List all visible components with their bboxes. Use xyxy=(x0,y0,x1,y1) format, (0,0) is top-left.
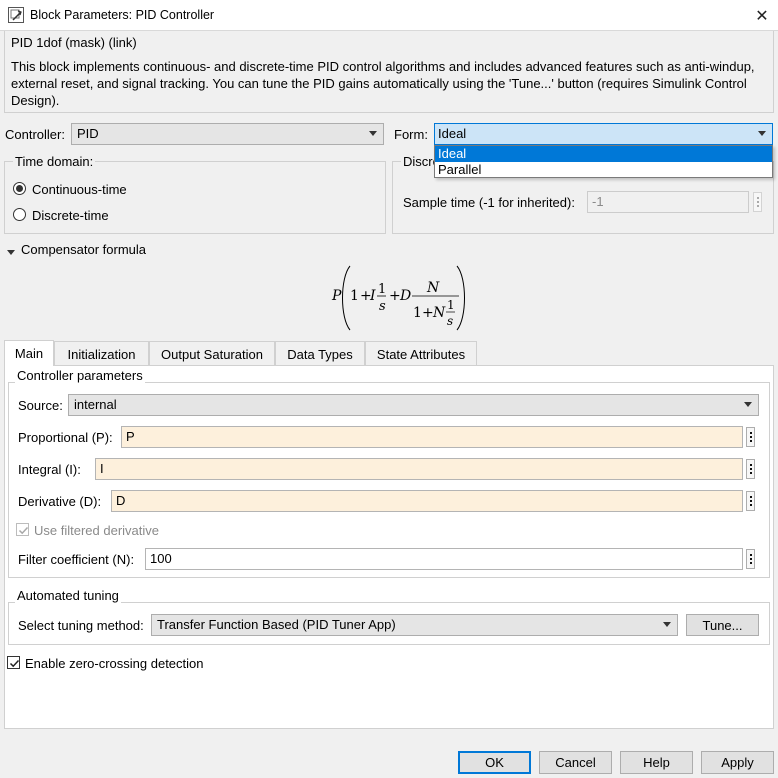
block-description: This block implements continuous- and di… xyxy=(11,59,755,108)
tab-initialization[interactable]: Initialization xyxy=(54,341,149,365)
source-label: Source: xyxy=(18,398,63,413)
mask-title: PID 1dof (mask) (link) xyxy=(11,35,137,50)
cancel-button[interactable]: Cancel xyxy=(539,751,612,774)
integral-field[interactable]: I xyxy=(95,458,743,480)
form-select[interactable]: Ideal xyxy=(434,123,773,145)
form-option-parallel[interactable]: Parallel xyxy=(435,162,772,178)
filtered-derivative-label: Use filtered derivative xyxy=(34,523,159,538)
controller-select-value: PID xyxy=(77,126,99,141)
time-domain-group xyxy=(4,161,386,234)
proportional-label: Proportional (P): xyxy=(18,430,113,445)
tune-button[interactable]: Tune... xyxy=(686,614,759,636)
source-select[interactable]: internal xyxy=(68,394,759,416)
zero-crossing-checkbox[interactable] xyxy=(7,656,20,669)
formula-p: P xyxy=(331,288,342,304)
filter-coefficient-more-options[interactable] xyxy=(746,549,755,569)
compensator-formula: P 1 + I 1 s + D N 1 + N 1 s xyxy=(331,265,465,331)
proportional-more-options[interactable] xyxy=(746,427,755,447)
tab-output-saturation[interactable]: Output Saturation xyxy=(149,341,275,365)
formula-one: 1 xyxy=(350,288,359,304)
tab-state-attributes[interactable]: State Attributes xyxy=(365,341,477,365)
simulink-block-icon xyxy=(8,7,24,23)
controller-label: Controller: xyxy=(5,127,65,142)
sample-time-label: Sample time (-1 for inherited): xyxy=(403,195,575,210)
tab-data-types[interactable]: Data Types xyxy=(275,341,365,365)
derivative-more-options[interactable] xyxy=(746,491,755,511)
form-label: Form: xyxy=(394,127,428,142)
help-button[interactable]: Help xyxy=(620,751,693,774)
time-domain-title: Time domain: xyxy=(13,154,96,169)
formula-n: N xyxy=(432,305,446,321)
form-select-value: Ideal xyxy=(438,126,467,141)
controller-select[interactable]: PID xyxy=(71,123,384,145)
collapse-triangle-icon[interactable] xyxy=(7,246,17,256)
source-select-value: internal xyxy=(74,397,117,412)
chevron-down-icon xyxy=(758,131,766,136)
formula-i: I xyxy=(369,288,376,304)
formula-n: N xyxy=(426,280,440,296)
close-icon: ✕ xyxy=(755,7,769,25)
formula-plus: + xyxy=(389,288,401,304)
automated-tuning-title: Automated tuning xyxy=(15,588,121,603)
formula-one: 1 xyxy=(378,282,386,297)
filter-coefficient-field[interactable]: 100 xyxy=(145,548,743,570)
formula-s: s xyxy=(379,299,386,314)
continuous-time-radio[interactable] xyxy=(13,182,26,195)
filtered-derivative-checkbox[interactable] xyxy=(16,523,29,536)
compensator-formula-label[interactable]: Compensator formula xyxy=(21,242,146,257)
tuning-method-value: Transfer Function Based (PID Tuner App) xyxy=(157,617,396,632)
proportional-field[interactable]: P xyxy=(121,426,743,448)
form-option-ideal[interactable]: Ideal xyxy=(435,146,772,162)
continuous-time-label: Continuous-time xyxy=(32,182,127,197)
formula-one: 1 xyxy=(413,305,422,321)
ok-button[interactable]: OK xyxy=(458,751,531,774)
filter-coefficient-label: Filter coefficient (N): xyxy=(18,552,135,567)
checkmark-icon xyxy=(9,659,20,668)
close-button[interactable]: ✕ xyxy=(746,0,778,31)
zero-crossing-label: Enable zero-crossing detection xyxy=(25,656,204,671)
chevron-down-icon xyxy=(744,402,752,407)
formula-s: s xyxy=(447,314,453,328)
discrete-time-radio[interactable] xyxy=(13,208,26,221)
chevron-down-icon xyxy=(663,622,671,627)
formula-plus: + xyxy=(422,305,434,321)
sample-time-field[interactable]: -1 xyxy=(587,191,749,213)
integral-more-options[interactable] xyxy=(746,459,755,479)
integral-label: Integral (I): xyxy=(18,462,81,477)
tuning-method-label: Select tuning method: xyxy=(18,618,144,633)
sample-time-more-options[interactable] xyxy=(753,192,762,212)
apply-button[interactable]: Apply xyxy=(701,751,774,774)
tab-main[interactable]: Main xyxy=(4,340,54,366)
chevron-down-icon xyxy=(369,131,377,136)
tuning-method-select[interactable]: Transfer Function Based (PID Tuner App) xyxy=(151,614,678,636)
controller-parameters-title: Controller parameters xyxy=(15,368,145,383)
discrete-time-label: Discrete-time xyxy=(32,208,109,223)
checkmark-icon xyxy=(18,526,29,535)
form-dropdown-list: Ideal Parallel xyxy=(434,145,773,178)
window-title: Block Parameters: PID Controller xyxy=(30,8,215,22)
formula-one: 1 xyxy=(447,298,455,312)
formula-d: D xyxy=(399,288,411,304)
derivative-field[interactable]: D xyxy=(111,490,743,512)
derivative-label: Derivative (D): xyxy=(18,494,102,509)
